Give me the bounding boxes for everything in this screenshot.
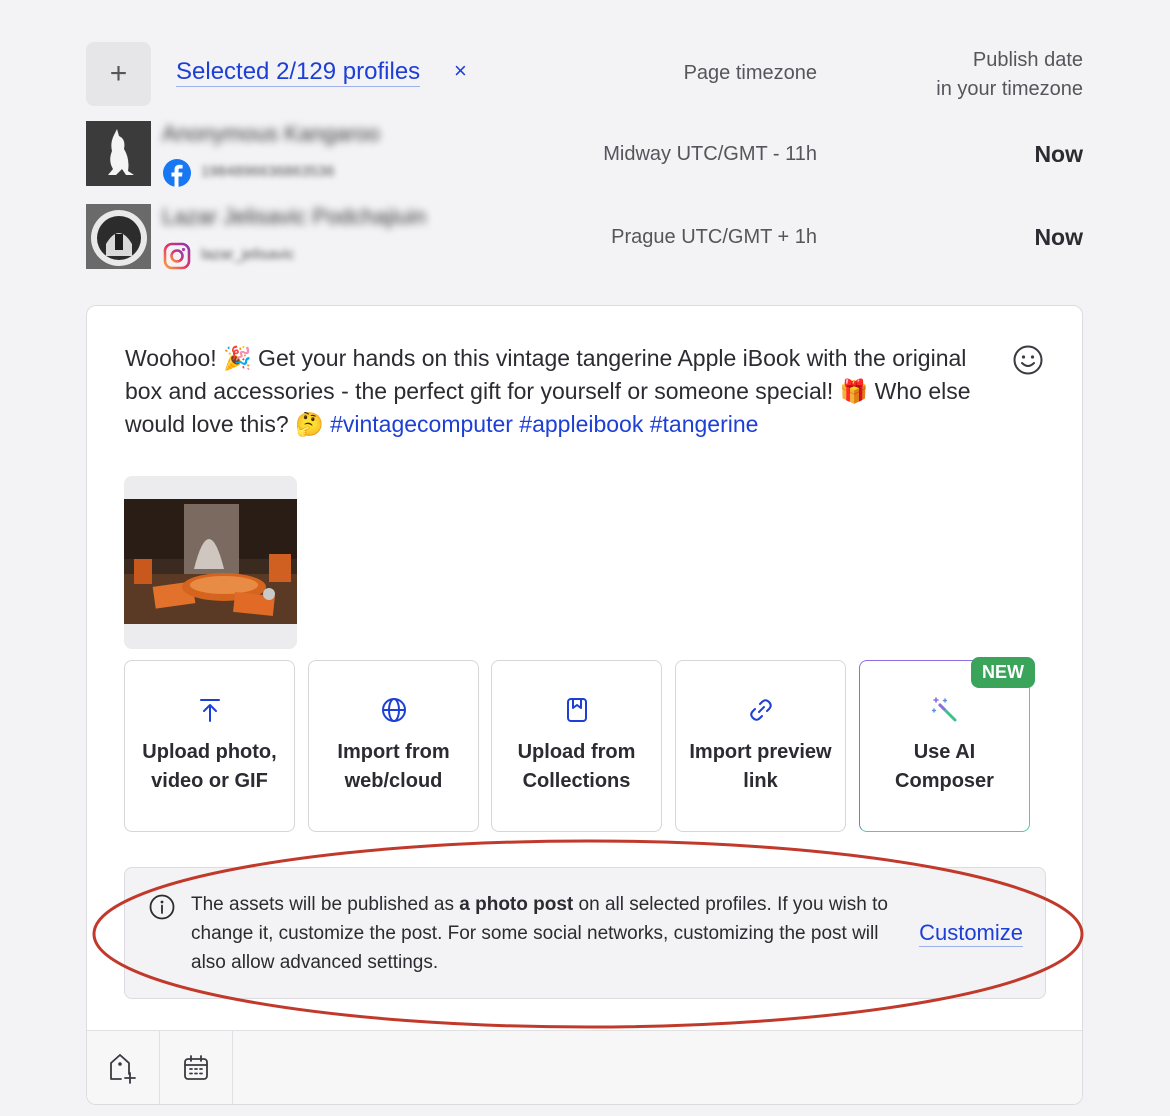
link-icon (749, 699, 772, 721)
media-actions: Upload photo, video or GIF Import from w… (124, 657, 1035, 832)
bookmark-icon (566, 698, 587, 722)
profile-timezone: Midway UTC/GMT - 11h (603, 143, 817, 165)
post-composer: Woohoo! 🎉 Get your hands on this vintage… (86, 305, 1083, 1105)
magic-wand-icon (931, 697, 956, 722)
action-label: Import from web/cloud (337, 741, 450, 792)
profile-publish-date: Now (1034, 141, 1083, 167)
column-publish-date: Publish date in your timezone (936, 46, 1083, 104)
info-icon (149, 894, 175, 920)
profile-name: Lazar Jelisavic Podchajiuin (162, 204, 427, 229)
photo-post-info-box: The assets will be published as a photo … (124, 867, 1046, 999)
info-text-before: The assets will be published as (191, 894, 460, 915)
profiles-header: + Selected 2/129 profiles × Page timezon… (86, 42, 1083, 106)
info-text: The assets will be published as a photo … (191, 890, 911, 977)
avatar (86, 204, 151, 269)
profile-row: Anonymous Kangaroo 1984896636863536 Midw… (86, 121, 1083, 187)
profile-publish-date: Now (1034, 224, 1083, 250)
action-label: Upload photo, video or GIF (142, 741, 277, 792)
profile-name: Anonymous Kangaroo (162, 121, 380, 146)
import-preview-link-button[interactable]: Import preview link (675, 660, 846, 832)
globe-icon (381, 698, 406, 722)
facebook-icon (163, 159, 191, 187)
new-badge: NEW (971, 657, 1035, 688)
profile-id: lazar_jelisavic (201, 246, 295, 263)
emoji-icon[interactable] (1012, 344, 1044, 376)
add-profile-button[interactable]: + (86, 42, 151, 106)
post-hashtags: #vintagecomputer #appleibook #tangerine (330, 411, 759, 437)
add-label-button[interactable] (87, 1031, 160, 1104)
customize-link[interactable]: Customize (919, 920, 1023, 947)
calendar-icon (184, 1055, 208, 1080)
column-publish-line1: Publish date (972, 49, 1083, 71)
profile-row: Lazar Jelisavic Podchajiuin lazar_jelisa… (86, 204, 1083, 270)
upload-collections-button[interactable]: Upload from Collections (491, 660, 662, 832)
ai-composer-button[interactable]: NEW Use AI Composer (859, 657, 1035, 832)
post-text-area[interactable]: Woohoo! 🎉 Get your hands on this vintage… (125, 342, 1005, 441)
upload-media-button[interactable]: Upload photo, video or GIF (124, 660, 295, 832)
action-label: Upload from Collections (517, 741, 636, 792)
profile-timezone: Prague UTC/GMT + 1h (611, 226, 817, 248)
import-web-cloud-button[interactable]: Import from web/cloud (308, 660, 479, 832)
column-publish-line2: in your timezone (936, 78, 1083, 100)
avatar (86, 121, 151, 186)
column-page-timezone: Page timezone (683, 62, 817, 84)
action-label: Import preview link (689, 741, 832, 792)
upload-arrow-icon (199, 699, 220, 722)
clear-selection-icon[interactable]: × (454, 58, 467, 84)
action-label: Use AI Composer (895, 741, 994, 792)
composer-footer (87, 1030, 1082, 1104)
info-text-bold: a photo post (459, 894, 574, 915)
tag-add-icon (110, 1054, 136, 1084)
instagram-icon (163, 242, 191, 270)
selected-profiles-link[interactable]: Selected 2/129 profiles (176, 58, 421, 87)
schedule-button[interactable] (160, 1031, 233, 1104)
profile-id: 1984896636863536 (201, 163, 335, 180)
media-thumbnail[interactable] (124, 476, 297, 649)
